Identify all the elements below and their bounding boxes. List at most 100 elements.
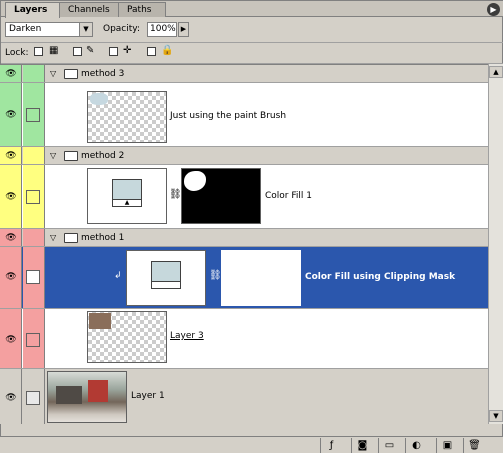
mark-column — [23, 229, 45, 246]
image-fragment — [89, 313, 111, 329]
folder-icon — [64, 69, 78, 79]
layer-style-icon[interactable]: ƒ — [320, 438, 342, 453]
layer-row-layer-3[interactable]: 👁 Layer 3 — [0, 309, 488, 369]
lock-position-icon: ✛ — [123, 45, 132, 56]
fill-slider-icon: ▲ — [112, 199, 142, 207]
lock-image-icon: ✎ — [86, 45, 95, 56]
eye-icon[interactable]: 👁 — [5, 110, 17, 120]
group-row-method-1[interactable]: 👁 ▽ method 1 — [0, 229, 488, 247]
divider — [1, 42, 503, 43]
blend-mode-value: Darken — [9, 24, 42, 34]
chevron-down-icon[interactable]: ▽ — [50, 151, 56, 160]
layer-link-box[interactable] — [26, 391, 40, 405]
mark-column — [23, 309, 45, 368]
layer-row-paint-brush[interactable]: 👁 Just using the paint Brush — [0, 83, 488, 147]
chevron-down-icon[interactable]: ▽ — [50, 233, 56, 242]
chevron-down-icon[interactable]: ▽ — [50, 69, 56, 78]
layers-list: 👁 ▽ method 3 👁 Just using the paint Brus… — [0, 64, 488, 424]
chevron-down-icon[interactable]: ▼ — [79, 23, 92, 36]
visibility-column: 👁 — [0, 65, 22, 82]
new-layer-icon[interactable]: ▣ — [436, 438, 458, 453]
eye-icon[interactable]: 👁 — [5, 151, 17, 161]
menu-arrow-icon[interactable]: ▶ — [487, 3, 500, 16]
eye-icon[interactable]: 👁 — [5, 335, 17, 345]
red-vehicle-shape — [88, 380, 108, 402]
opacity-input[interactable]: 100% — [147, 22, 177, 37]
fill-layer-thumbnail[interactable]: ▲ — [126, 250, 206, 306]
tab-paths[interactable]: Paths — [118, 2, 166, 17]
lock-label: Lock: — [5, 48, 29, 58]
mark-column — [23, 83, 45, 146]
scroll-up-icon[interactable]: ▲ — [489, 66, 503, 78]
mask-thumbnail[interactable] — [181, 168, 261, 224]
opacity-label: Opacity: — [103, 24, 140, 34]
layer-name[interactable]: Color Fill using Clipping Mask — [305, 272, 455, 282]
scroll-down-icon[interactable]: ▼ — [489, 410, 503, 422]
lock-image-checkbox[interactable] — [73, 47, 82, 56]
fill-slider-icon: ▲ — [151, 281, 181, 289]
blend-mode-select[interactable]: Darken ▼ — [5, 22, 93, 37]
layers-toolbar: ƒ ◙ ▭ ◐ ▣ 🗑 — [0, 436, 503, 453]
paint-stroke-shape — [90, 93, 108, 105]
lock-position-checkbox[interactable] — [109, 47, 118, 56]
visibility-column: 👁 — [0, 247, 22, 308]
clipping-arrow-icon: ↲ — [114, 271, 122, 281]
fill-layer-thumbnail[interactable]: ▲ — [87, 168, 167, 224]
eye-icon[interactable]: 👁 — [5, 233, 17, 243]
mark-column — [23, 369, 45, 424]
layer-link-box[interactable] — [26, 190, 40, 204]
visibility-column: 👁 — [0, 83, 22, 146]
lock-transparency-icon: ▦ — [49, 45, 59, 56]
layer-name[interactable]: Layer 3 — [170, 331, 204, 341]
lock-all-checkbox[interactable] — [147, 47, 156, 56]
photo-thumbnail[interactable] — [47, 371, 127, 423]
layer-link-box[interactable] — [26, 108, 40, 122]
group-name: method 1 — [81, 233, 125, 243]
layer-name[interactable]: Layer 1 — [131, 391, 165, 401]
eye-icon[interactable]: 👁 — [5, 192, 17, 202]
eye-icon[interactable]: 👁 — [5, 69, 17, 79]
visibility-column: 👁 — [0, 147, 22, 164]
mark-column — [23, 147, 45, 164]
folder-icon — [64, 151, 78, 161]
mask-white-shape — [184, 171, 206, 191]
visibility-column: 👁 — [0, 165, 22, 228]
tab-channels[interactable]: Channels — [59, 2, 119, 17]
tab-layers[interactable]: Layers — [5, 2, 60, 18]
group-row-method-3[interactable]: 👁 ▽ method 3 — [0, 65, 488, 83]
opacity-slider-arrow-icon[interactable]: ▶ — [178, 22, 189, 37]
group-name: method 2 — [81, 151, 125, 161]
lock-all-icon: 🔒 — [161, 45, 174, 56]
layers-scrollbar[interactable]: ▲ ▼ — [488, 64, 503, 424]
mask-icon[interactable]: ◙ — [351, 438, 373, 453]
adjustment-layer-icon[interactable]: ◐ — [405, 438, 427, 453]
chain-link-icon[interactable]: ⛓ — [169, 189, 182, 200]
new-group-icon[interactable]: ▭ — [378, 438, 400, 453]
layer-link-box[interactable] — [26, 333, 40, 347]
mask-thumbnail[interactable] — [221, 250, 301, 306]
visibility-column: 👁 — [0, 229, 22, 246]
layer-name[interactable]: Just using the paint Brush — [170, 111, 286, 121]
trash-icon[interactable]: 🗑 — [463, 438, 485, 453]
mark-column — [23, 165, 45, 228]
visibility-column: 👁 — [0, 369, 22, 424]
mark-column — [23, 247, 45, 308]
layer-row-color-fill-1[interactable]: 👁 ▲ ⛓ Color Fill 1 — [0, 165, 488, 229]
folder-icon — [64, 233, 78, 243]
layer-name[interactable]: Color Fill 1 — [265, 191, 312, 201]
eye-icon[interactable]: 👁 — [5, 272, 17, 282]
visibility-column: 👁 — [0, 309, 22, 368]
mark-column — [23, 65, 45, 82]
eye-icon[interactable]: 👁 — [5, 393, 17, 403]
building-shape — [56, 386, 82, 404]
layer-row-clipping-mask-selected[interactable]: 👁 ↲ ▲ ⛓ Color Fill using Clipping Mask — [0, 247, 488, 309]
lock-transparency-checkbox[interactable] — [34, 47, 43, 56]
layer-thumbnail[interactable] — [87, 91, 167, 143]
layer-row-layer-1[interactable]: 👁 Layer 1 — [0, 369, 488, 424]
group-name: method 3 — [81, 69, 125, 79]
layer-thumbnail[interactable] — [87, 311, 167, 363]
tab-bar: Layers Channels Paths ▶ — [1, 1, 503, 18]
brush-active-icon[interactable] — [26, 270, 40, 284]
group-row-method-2[interactable]: 👁 ▽ method 2 — [0, 147, 488, 165]
chain-link-icon[interactable]: ⛓ — [209, 270, 222, 281]
